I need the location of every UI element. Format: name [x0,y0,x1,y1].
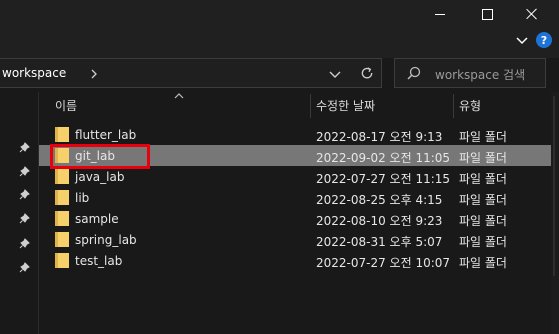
file-type: 파일 폴더 [459,193,507,207]
column-header-type[interactable]: 유형 [459,92,481,120]
file-type: 파일 폴더 [459,130,507,144]
file-type: 파일 폴더 [459,235,507,249]
maximize-icon [481,8,493,20]
close-icon [526,8,538,20]
file-name: test_lab [75,254,123,268]
file-date: 2022-08-25 오후 4:15 [316,193,443,207]
pin-icon[interactable] [19,166,30,177]
navigation-pane [0,92,38,334]
file-type: 파일 폴더 [459,151,507,165]
file-name: spring_lab [75,233,137,247]
file-row[interactable]: sample 2022-08-10 오전 9:23 파일 폴더 [39,208,559,229]
title-bar: ? [0,0,559,58]
minimize-button[interactable] [417,0,463,28]
breadcrumb-chevron-right-icon[interactable] [90,69,98,79]
refresh-icon[interactable] [360,66,375,81]
column-divider[interactable] [453,94,454,118]
file-date: 2022-09-02 오전 11:05 [316,151,451,165]
column-header-name[interactable]: 이름 [55,92,77,120]
file-row[interactable]: flutter_lab 2022-08-17 오전 9:13 파일 폴더 [39,124,559,145]
pin-icon[interactable] [19,142,30,153]
folder-icon [55,211,69,226]
scrollbar-track[interactable] [553,96,555,276]
address-history-chevron-down-icon[interactable] [328,67,342,81]
column-header-date[interactable]: 수정한 날짜 [316,92,375,120]
file-list: 이름 수정한 날짜 유형 flutter_lab 2022-08-17 오전 9… [39,92,559,334]
folder-icon [55,253,69,268]
folder-icon [55,190,69,205]
file-date: 2022-08-17 오전 9:13 [316,130,443,144]
minimize-icon [435,13,445,15]
file-name: lib [75,191,90,205]
maximize-button[interactable] [464,0,510,28]
search-placeholder: workspace 검색 [435,68,526,82]
file-type: 파일 폴더 [459,256,507,270]
folder-icon [55,127,69,142]
file-row[interactable]: lib 2022-08-25 오후 4:15 파일 폴더 [39,187,559,208]
pin-icon[interactable] [19,213,30,224]
file-row[interactable]: java_lab 2022-07-27 오전 11:15 파일 폴더 [39,166,559,187]
file-name: flutter_lab [75,128,137,142]
file-row[interactable]: test_lab 2022-07-27 오전 10:07 파일 폴더 [39,250,559,271]
file-row[interactable]: spring_lab 2022-08-31 오후 5:07 파일 폴더 [39,229,559,250]
breadcrumb-workspace[interactable]: workspace [2,66,66,80]
file-type: 파일 폴더 [459,172,507,186]
folder-icon [55,169,69,184]
close-button[interactable] [509,0,555,28]
address-bar-row: workspace workspace 검색 [0,58,559,92]
file-date: 2022-07-27 오전 11:15 [316,172,451,186]
sort-ascending-icon [174,93,184,99]
file-type: 파일 폴더 [459,214,507,228]
file-date: 2022-08-31 오후 5:07 [316,235,443,249]
help-icon[interactable]: ? [536,32,552,48]
file-date: 2022-07-27 오전 10:07 [316,256,451,270]
pin-icon[interactable] [19,262,30,273]
folder-icon [55,232,69,247]
annotation-highlight-box [50,144,150,169]
file-date: 2022-08-10 오전 9:23 [316,214,443,228]
file-name: sample [75,212,119,226]
pin-icon[interactable] [19,238,30,249]
search-icon [407,66,421,80]
address-bar[interactable]: workspace [0,58,382,88]
ribbon-expand-chevron-icon[interactable] [514,32,530,48]
search-input[interactable]: workspace 검색 [394,58,546,88]
column-divider[interactable] [310,94,311,118]
file-name: java_lab [75,170,125,184]
pin-icon[interactable] [19,189,30,200]
